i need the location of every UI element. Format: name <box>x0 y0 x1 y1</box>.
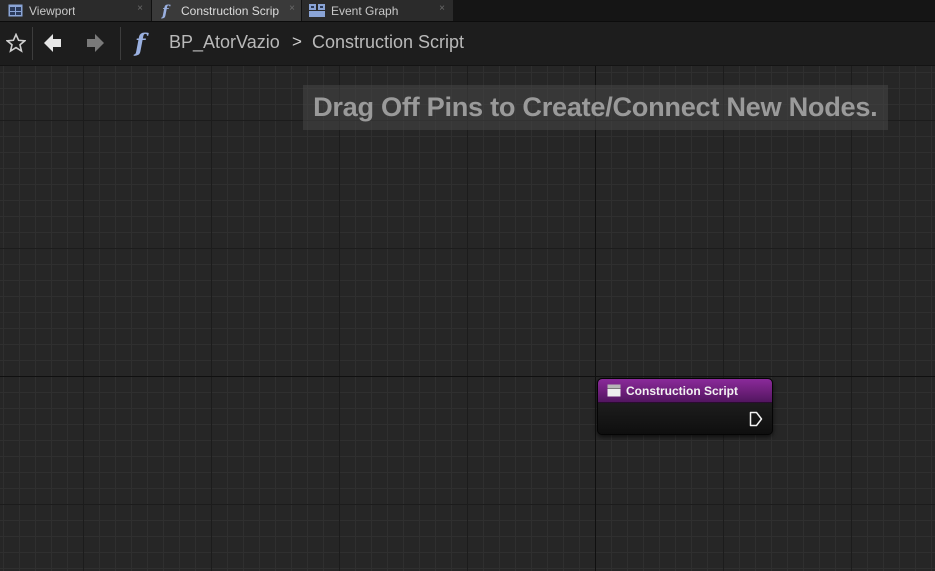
tab-close-icon[interactable]: × <box>137 3 143 14</box>
breadcrumb-separator-icon: > <box>292 32 302 51</box>
tab-close-icon[interactable]: × <box>439 3 445 14</box>
viewport-icon <box>7 3 23 19</box>
node-body <box>598 403 772 434</box>
back-button[interactable] <box>40 30 66 56</box>
toolbar-divider <box>120 27 121 60</box>
svg-text:f: f <box>161 3 171 19</box>
tab-label: Event Graph <box>331 3 399 18</box>
tab-construction-script[interactable]: f Construction Scrip × <box>152 0 301 21</box>
node-title: Construction Script <box>626 383 739 398</box>
back-arrow-icon <box>44 34 61 52</box>
graph-hint-text: Drag Off Pins to Create/Connect New Node… <box>303 85 888 130</box>
tab-viewport[interactable]: Viewport × <box>0 0 151 21</box>
graph-canvas[interactable]: Drag Off Pins to Create/Connect New Node… <box>0 66 935 571</box>
event-graph-icon <box>309 3 325 19</box>
breadcrumb-blueprint[interactable]: BP_AtorVazio <box>169 32 280 53</box>
function-icon: f <box>159 3 175 19</box>
forward-arrow-icon <box>87 34 104 52</box>
node-header[interactable]: Construction Script <box>598 379 772 403</box>
function-entry-icon <box>607 384 621 398</box>
exec-output-pin-icon[interactable] <box>749 411 763 427</box>
graph-toolbar: f BP_AtorVazio > Construction Script <box>0 22 935 66</box>
tab-close-icon[interactable]: × <box>289 3 295 14</box>
tab-label: Construction Scrip <box>181 3 280 18</box>
function-icon: f <box>130 30 156 56</box>
tab-event-graph[interactable]: Event Graph × <box>302 0 453 21</box>
svg-text:f: f <box>133 30 149 56</box>
breadcrumb-graph: Construction Script <box>312 32 465 52</box>
document-tab-bar: Viewport × f Construction Scrip × Event … <box>0 0 935 22</box>
forward-button[interactable] <box>82 30 108 56</box>
tab-label: Viewport <box>29 3 76 18</box>
star-icon <box>6 33 26 53</box>
favorite-star-button[interactable] <box>3 30 29 56</box>
construction-script-node[interactable]: Construction Script <box>597 378 773 435</box>
toolbar-divider <box>32 27 33 60</box>
